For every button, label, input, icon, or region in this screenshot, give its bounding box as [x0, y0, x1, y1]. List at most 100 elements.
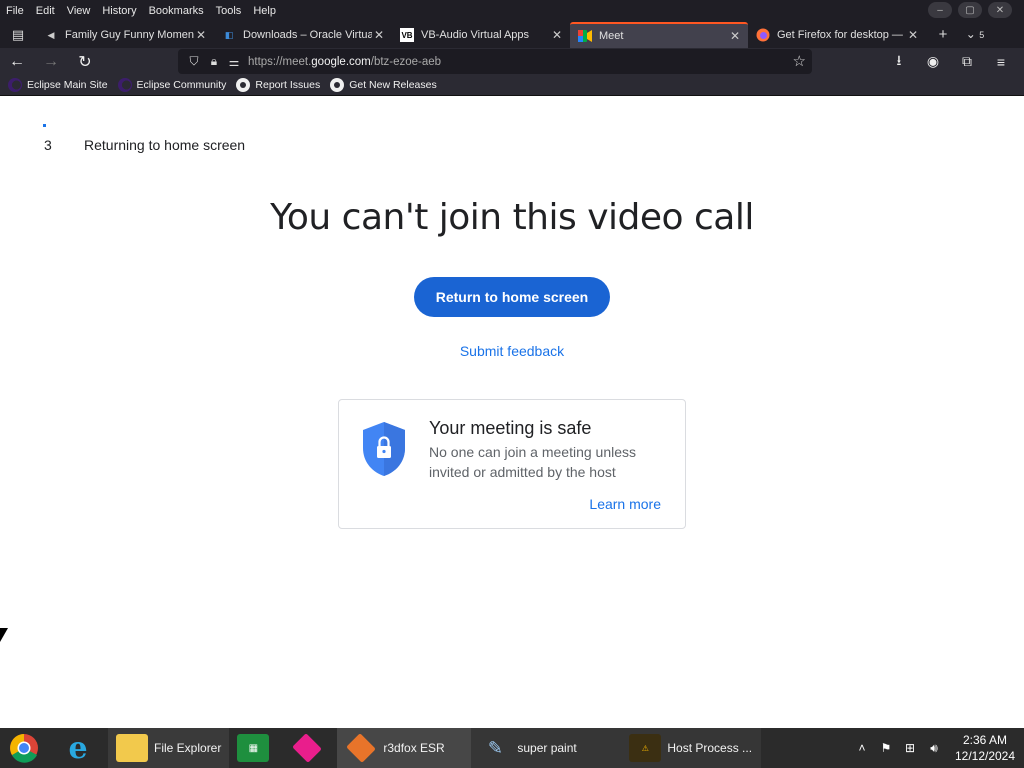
menu-icon[interactable]: ≡	[984, 48, 1018, 75]
chevron-down-icon: ⌄	[965, 27, 976, 41]
close-tab-icon[interactable]: ✕	[372, 28, 386, 42]
clock-time: 2:36 AM	[962, 733, 1008, 747]
close-tab-icon[interactable]: ✕	[728, 29, 742, 43]
submit-feedback-text[interactable]: Submit feedback	[460, 343, 564, 359]
downloads-icon[interactable]: ⭳	[882, 48, 916, 75]
bookmark-get-new-releases[interactable]: Get New Releases	[330, 78, 437, 92]
bookmark-label: Eclipse Community	[136, 79, 227, 91]
taskbar-file-explorer[interactable]: File Explorer	[108, 728, 230, 768]
menu-edit[interactable]: Edit	[36, 5, 55, 17]
page-content: 3 Returning to home screen You can't joi…	[0, 97, 1024, 728]
tab-list-button[interactable]: ▤	[0, 22, 36, 48]
url-domain: google.com	[311, 55, 371, 68]
tab-firefox[interactable]: Get Firefox for desktop — I ✕	[748, 22, 926, 48]
taskbar-label: File Explorer	[154, 741, 222, 755]
taskbar-r3dfox[interactable]: r3dfox ESR	[337, 728, 472, 768]
url-prefix: https://meet.	[248, 55, 312, 68]
bookmark-star-icon[interactable]: ☆	[793, 52, 806, 70]
bookmark-eclipse-community[interactable]: Eclipse Community	[117, 78, 227, 92]
pink-app-icon	[292, 733, 323, 763]
store-icon: ▦	[237, 734, 270, 762]
back-button[interactable]: ←	[0, 48, 34, 75]
lock-icon[interactable]: 🔒︎	[204, 54, 224, 69]
menu-tools[interactable]: Tools	[216, 5, 242, 17]
tab-vb-audio[interactable]: VB VB-Audio Virtual Apps ✕	[392, 22, 570, 48]
account-icon[interactable]: ◉	[916, 48, 950, 75]
security-shield-icon	[363, 422, 405, 476]
permissions-icon[interactable]: ⚌	[224, 55, 244, 69]
close-tab-icon[interactable]: ✕	[194, 28, 208, 42]
chevron-up-icon[interactable]: ˄	[850, 741, 874, 755]
flag-icon[interactable]: ⚑	[874, 741, 898, 755]
learn-more-link[interactable]: Learn more	[589, 496, 661, 512]
network-icon[interactable]: ⊞	[898, 741, 922, 755]
address-bar[interactable]: ⛉ 🔒︎ ⚌ https://meet.google.com/btz-ezoe-…	[178, 49, 812, 74]
taskbar-internet-explorer[interactable]: e	[54, 728, 108, 768]
taskbar-label: Host Process ...	[667, 741, 753, 755]
speaker-icon: ◀	[47, 29, 55, 40]
clock-date: 12/12/2024	[954, 749, 1016, 763]
navigation-bar: ← → ↻ ⛉ 🔒︎ ⚌ https://meet.google.com/btz…	[0, 48, 1024, 75]
tab-label: Downloads – Oracle Virtual	[243, 29, 372, 41]
system-tray: ˄ ⚑ ⊞ 🔊︎ 2:36 AM 12/12/2024	[850, 728, 1024, 768]
warning-app-icon: ⚠	[629, 734, 662, 762]
new-tab-button[interactable]: +	[926, 22, 960, 48]
menu-file[interactable]: File	[6, 5, 24, 17]
safe-card-description: No one can join a meeting unless invited…	[429, 444, 637, 480]
internet-explorer-icon: e	[68, 730, 88, 766]
taskbar-store[interactable]: ▦	[229, 728, 283, 768]
extensions-icon[interactable]: ⧉	[950, 48, 984, 75]
taskbar-super-paint[interactable]: ✎ super paint	[471, 728, 622, 768]
tab-count: 5	[979, 30, 985, 40]
close-tab-icon[interactable]: ✕	[906, 28, 920, 42]
tab-label: Meet	[599, 30, 624, 42]
clock[interactable]: 2:36 AM 12/12/2024	[946, 732, 1024, 764]
folder-icon	[116, 734, 148, 762]
minimize-button[interactable]: –	[928, 2, 952, 18]
close-tab-icon[interactable]: ✕	[550, 28, 564, 42]
tab-family-guy[interactable]: ◀ Family Guy Funny Moment ✕	[36, 22, 214, 48]
volume-icon[interactable]: 🔊︎	[922, 741, 946, 756]
github-icon	[236, 78, 251, 92]
window-controls: – ▢ ✕	[928, 2, 1012, 18]
r3dfox-icon	[346, 733, 377, 763]
google-meet-icon	[578, 29, 592, 43]
forward-button[interactable]: →	[34, 48, 68, 75]
menu-history[interactable]: History	[102, 5, 136, 17]
eclipse-icon	[8, 78, 22, 92]
github-icon	[330, 78, 345, 92]
url-text[interactable]: https://meet.google.com/btz-ezoe-aeb	[248, 56, 441, 68]
close-window-button[interactable]: ✕	[988, 2, 1012, 18]
countdown-number: 3	[44, 137, 52, 153]
bookmark-eclipse-main[interactable]: Eclipse Main Site	[8, 78, 108, 92]
taskbar-chrome[interactable]	[0, 728, 54, 768]
taskbar: e File Explorer ▦ r3dfox ESR ✎ super pai…	[0, 728, 1024, 768]
toolbar-right: ⭳ ◉ ⧉ ≡	[882, 48, 1018, 75]
back-arrow-icon: ←	[9, 52, 25, 70]
bookmark-report-issues[interactable]: Report Issues	[236, 78, 320, 92]
eclipse-icon	[117, 78, 132, 92]
return-to-home-button[interactable]: Return to home screen	[414, 277, 610, 317]
menu-bar: File Edit View History Bookmarks Tools H…	[0, 0, 1024, 22]
list-all-tabs-button[interactable]: ⌄ 5	[960, 21, 990, 48]
menu-bookmarks[interactable]: Bookmarks	[149, 5, 204, 17]
safe-card-title: Your meeting is safe	[429, 418, 592, 438]
taskbar-pink-app[interactable]	[283, 728, 337, 768]
tab-downloads-oracle[interactable]: ◧ Downloads – Oracle Virtual ✕	[214, 22, 392, 48]
plus-icon: +	[938, 26, 948, 43]
tab-meet[interactable]: Meet ✕	[570, 22, 748, 48]
paint-icon: ✎	[487, 737, 503, 758]
vb-icon: VB	[400, 28, 414, 42]
bookmarks-toolbar: Eclipse Main Site Eclipse Community Repo…	[0, 75, 1024, 96]
tab-list-icon: ▤	[11, 27, 25, 42]
chrome-icon	[8, 734, 40, 763]
shield-icon[interactable]: ⛉	[184, 54, 204, 69]
page-title: You can't join this video call	[270, 197, 754, 238]
menu-help[interactable]: Help	[253, 5, 276, 17]
menu-view[interactable]: View	[67, 5, 91, 17]
tab-label: VB-Audio Virtual Apps	[421, 29, 530, 41]
taskbar-host-process[interactable]: ⚠ Host Process ...	[621, 728, 762, 768]
bookmark-label: Report Issues	[255, 79, 321, 91]
maximize-button[interactable]: ▢	[958, 2, 982, 18]
reload-button[interactable]: ↻	[68, 48, 102, 75]
